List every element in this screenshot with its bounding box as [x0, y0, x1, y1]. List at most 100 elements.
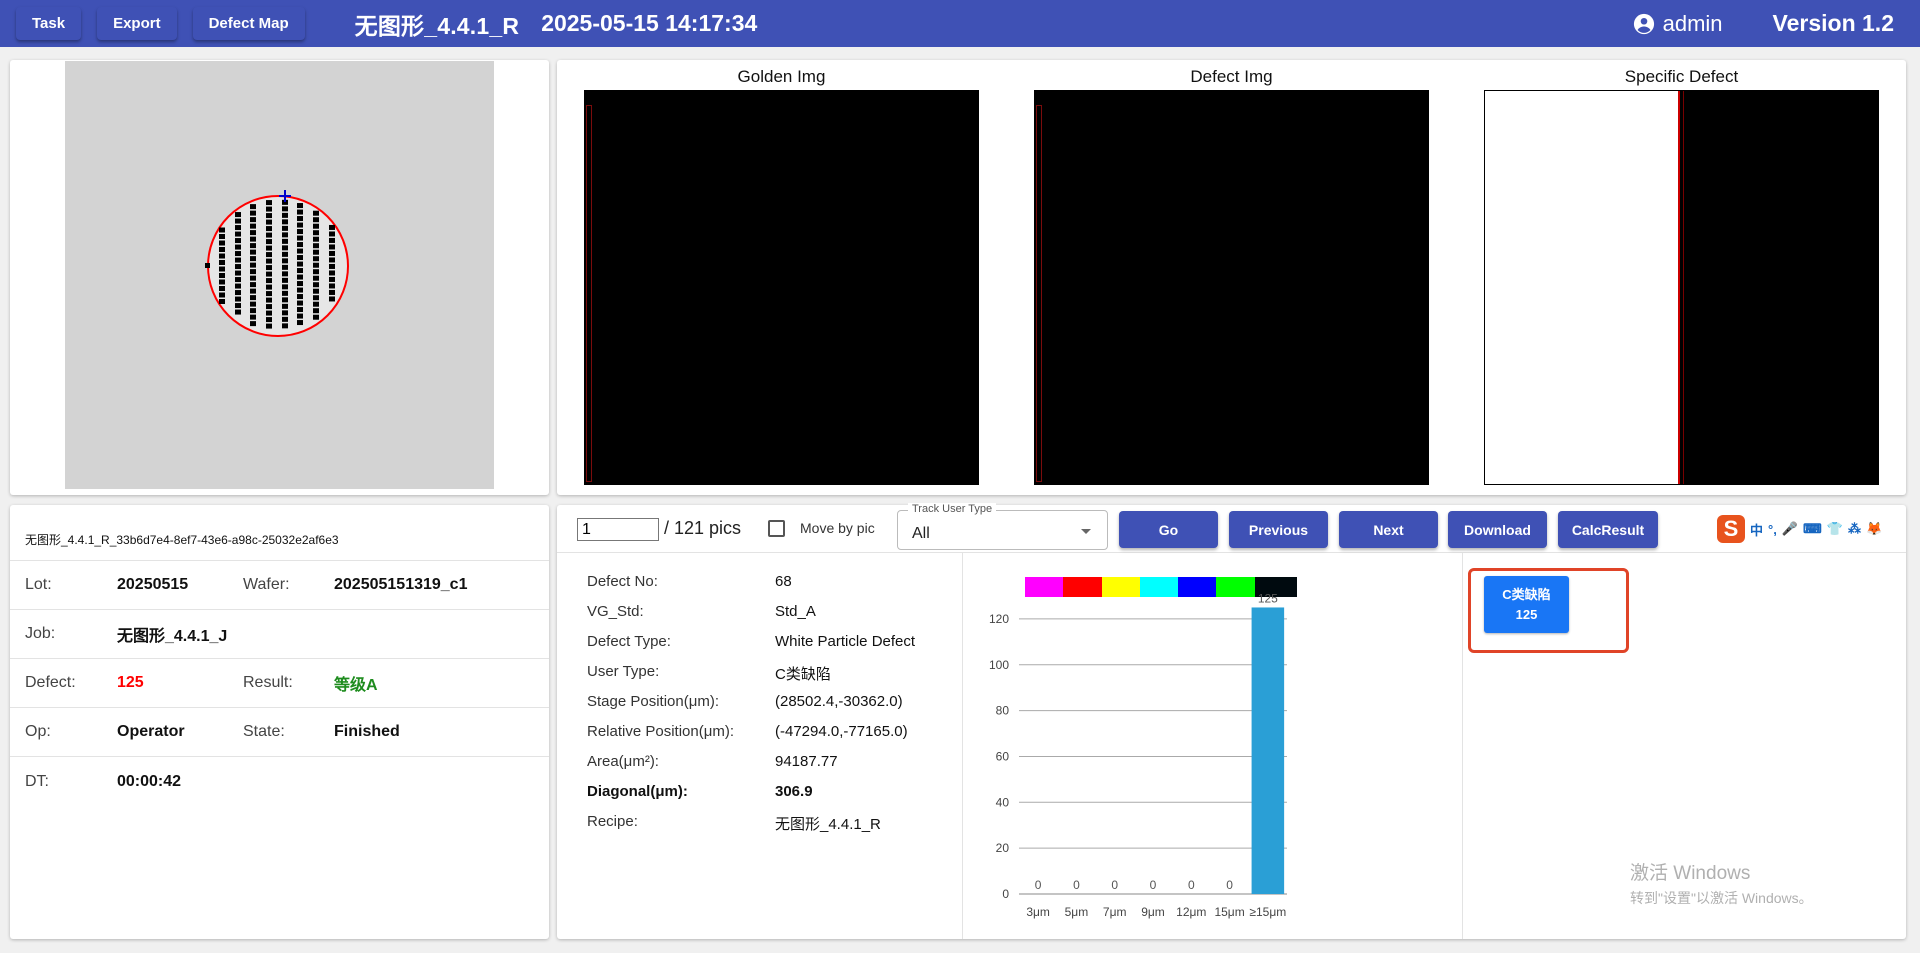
defect-type-label: Defect Type:: [587, 633, 671, 650]
navigation-bar: / 121 pics Move by pic Track User Type A…: [557, 503, 1906, 553]
ime-mascot-icon[interactable]: 🦊: [1866, 521, 1882, 537]
area-value: 94187.77: [775, 753, 838, 770]
ime-skin-icon[interactable]: 👕: [1827, 521, 1843, 537]
x-tick-label: ≥15μm: [1249, 905, 1286, 919]
die-mark: [235, 244, 241, 250]
user-type-label: User Type:: [587, 663, 660, 680]
golden-image-block: Golden Img: [584, 60, 979, 485]
specific-defect-block: Specific Defect: [1484, 60, 1879, 485]
bar: [1251, 607, 1285, 894]
ime-toolbox-icon[interactable]: ⁂: [1848, 521, 1861, 537]
die-mark: [219, 299, 225, 304]
calcresult-button[interactable]: CalcResult: [1558, 511, 1658, 548]
ime-punctuation-icon[interactable]: °,: [1768, 522, 1777, 537]
die-mark: [235, 264, 241, 270]
ime-toolbar[interactable]: S 中 °, 🎤 ⌨ 👕 ⁂ 🦊: [1717, 515, 1902, 543]
ime-chinese-mode-icon[interactable]: 中: [1750, 520, 1763, 539]
next-button[interactable]: Next: [1339, 511, 1438, 548]
die-mark: [250, 295, 256, 301]
recipe-title: 无图形_4.4.1_R: [354, 12, 520, 39]
area-label: Area(μm²):: [587, 753, 659, 770]
relative-position-label: Relative Position(μm):: [587, 723, 735, 740]
die-mark: [329, 237, 335, 243]
die-mark: [219, 260, 225, 265]
die-mark: [313, 288, 319, 294]
x-tick-label: 9μm: [1141, 905, 1165, 919]
die-mark: [313, 256, 319, 262]
info-row-dt: DT: 00:00:42: [10, 757, 549, 806]
info-row-op: Op: Operator State: Finished: [10, 708, 549, 757]
page-number-input[interactable]: [577, 518, 659, 541]
defect-image[interactable]: [1034, 90, 1429, 485]
username: admin: [1662, 10, 1723, 36]
die-mark: [266, 258, 272, 264]
export-button[interactable]: Export: [97, 7, 177, 40]
die-mark: [235, 218, 241, 224]
defect-info-row: VG_Std: Std_A: [587, 603, 915, 633]
defect-image-block: Defect Img: [1034, 60, 1429, 485]
die-mark: [266, 239, 272, 245]
watermark-title: 激活 Windows: [1630, 863, 1751, 884]
specific-defect-image[interactable]: [1484, 90, 1879, 485]
die-mark: [313, 243, 319, 249]
die-mark: [266, 226, 272, 232]
die-mark: [235, 231, 241, 237]
user-menu[interactable]: admin: [1633, 11, 1723, 37]
defect-info-row: Defect No: 68: [587, 573, 915, 603]
defect-no-label: Defect No:: [587, 573, 658, 590]
die-mark: [313, 210, 319, 216]
previous-button[interactable]: Previous: [1229, 511, 1328, 548]
die-mark: [235, 238, 241, 244]
wafer-map-panel: [10, 60, 549, 495]
ime-microphone-icon[interactable]: 🎤: [1782, 521, 1798, 537]
die-mark: [313, 275, 319, 281]
die-mark: [250, 321, 256, 327]
dropdown-arrow-icon: [1081, 529, 1091, 534]
bar-value-label: 125: [1258, 591, 1278, 605]
defect-label: Defect:: [25, 674, 76, 691]
die-mark: [282, 297, 288, 303]
bar-value-label: 0: [1226, 878, 1233, 892]
defect-info-list: Defect No: 68 VG_Std: Std_A Defect Type: Wh…: [587, 573, 915, 843]
ime-keyboard-icon[interactable]: ⌨: [1803, 521, 1822, 537]
die-mark: [297, 255, 303, 261]
die-mark: [219, 286, 225, 291]
defect-count: 125: [117, 674, 144, 691]
page-total: / 121 pics: [664, 518, 742, 538]
die-mark: [266, 304, 272, 310]
bar-value-label: 0: [1073, 878, 1080, 892]
die-mark: [329, 296, 335, 302]
vg-std-label: VG_Std:: [587, 603, 644, 620]
category-count: 125: [1515, 606, 1538, 622]
die-mark: [329, 250, 335, 256]
die-mark: [297, 216, 303, 222]
die-mark: [329, 263, 335, 269]
sogou-ime-icon[interactable]: S: [1717, 515, 1745, 543]
go-button[interactable]: Go: [1119, 511, 1218, 548]
die-mark: [282, 232, 288, 238]
defect-no-value: 68: [775, 573, 792, 590]
download-button[interactable]: Download: [1448, 511, 1547, 548]
die-mark: [282, 258, 288, 264]
die-mark: [250, 301, 256, 307]
wafer-map-canvas[interactable]: [65, 61, 494, 489]
golden-image[interactable]: [584, 90, 979, 485]
defect-image-title: Defect Img: [1190, 67, 1273, 86]
die-mark: [282, 264, 288, 270]
task-button[interactable]: Task: [16, 7, 82, 40]
category-button[interactable]: C类缺陷 125: [1484, 576, 1569, 633]
dt-label: DT:: [25, 772, 49, 790]
move-by-pic-checkbox[interactable]: [768, 520, 785, 537]
die-mark: [266, 297, 272, 303]
die-mark: [266, 323, 272, 329]
dt-value: 00:00:42: [117, 772, 182, 790]
bar-value-label: 0: [1035, 878, 1042, 892]
job-value: 无图形_4.4.1_J: [117, 628, 228, 645]
die-mark: [235, 277, 241, 283]
die-mark: [313, 301, 319, 307]
wafer-map[interactable]: [65, 61, 494, 489]
defect-map-button[interactable]: Defect Map: [192, 7, 305, 40]
die-mark: [297, 287, 303, 293]
top-bar: Task Export Defect Map 无图形_4.4.1_R 2025-…: [0, 0, 1920, 47]
track-user-type-select[interactable]: Track User Type All: [897, 503, 1108, 550]
